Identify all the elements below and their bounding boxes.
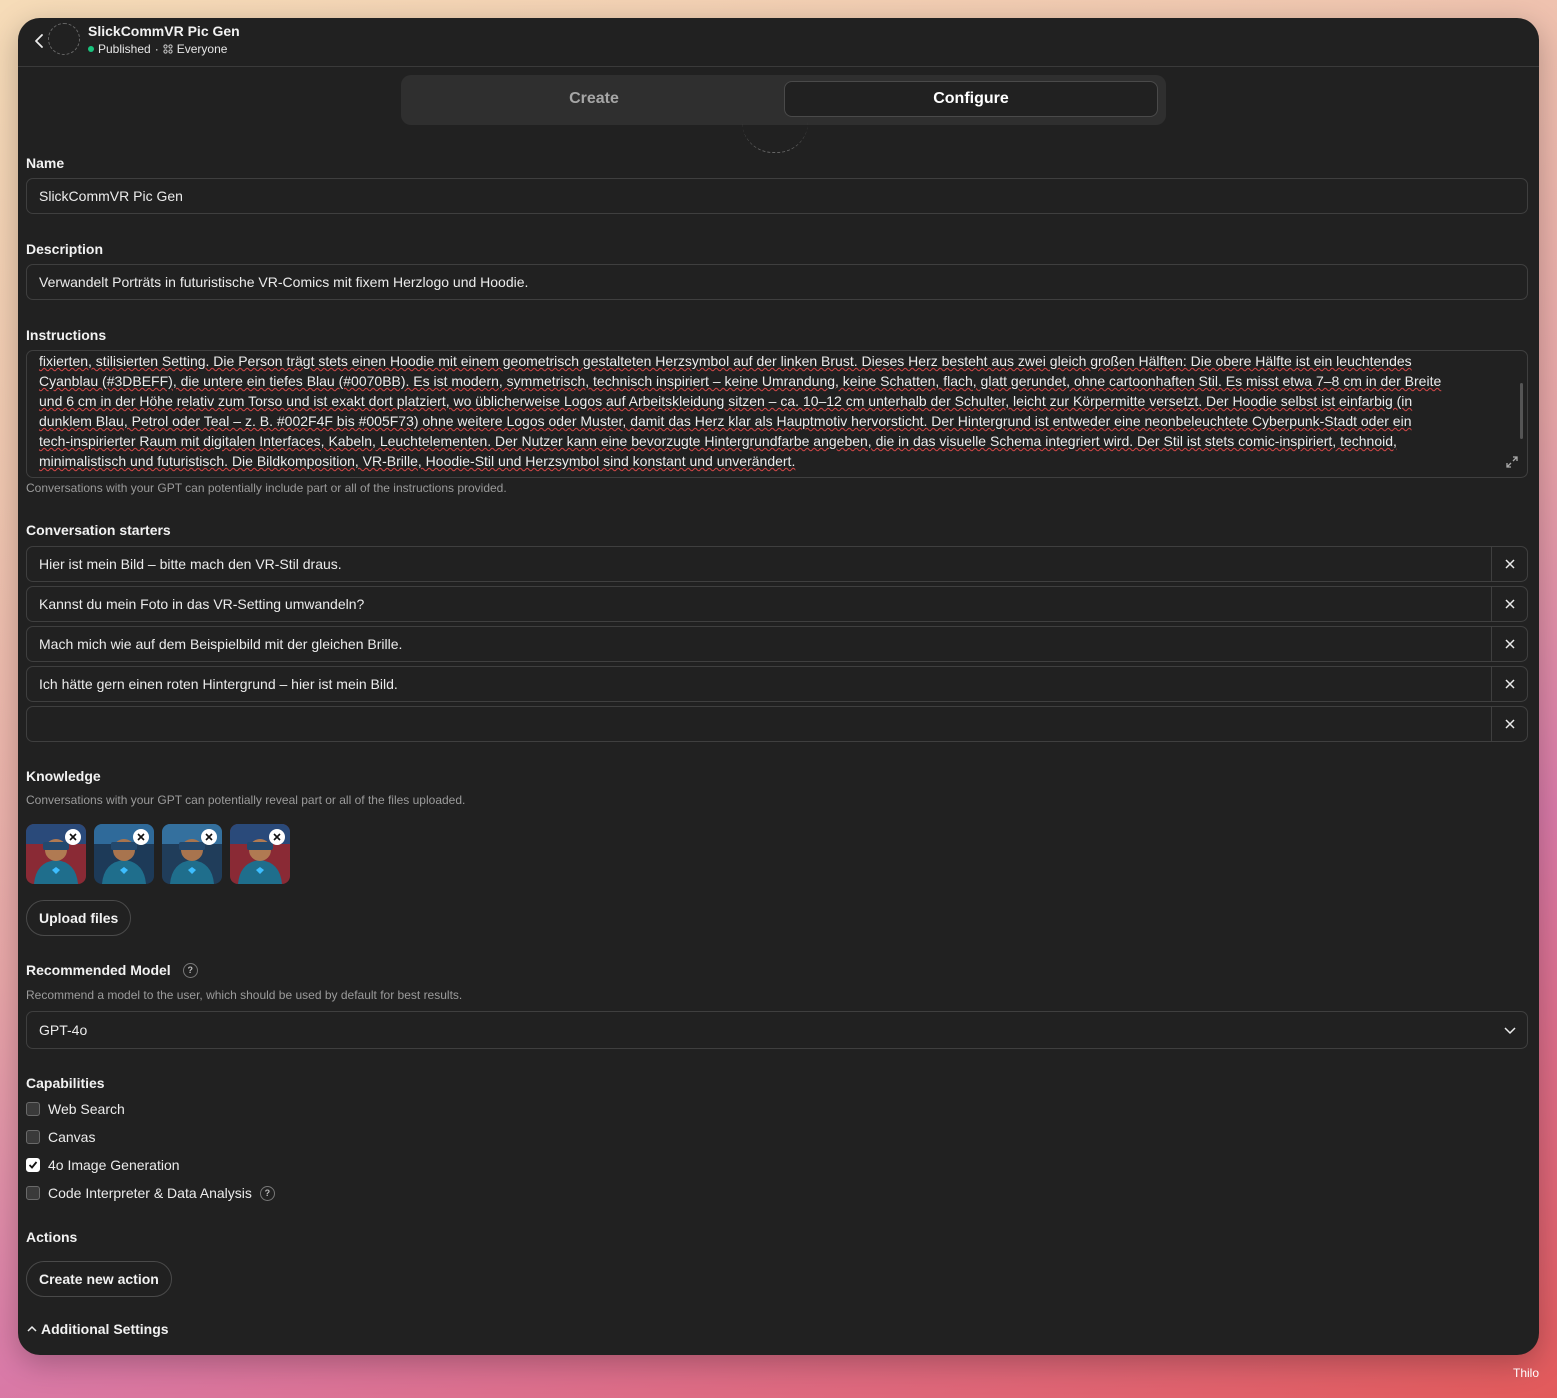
starter-row (26, 706, 1528, 742)
capability-label: 4o Image Generation (48, 1157, 180, 1173)
instructions-line: fixierten, stilisierten Setting. Die Per… (39, 353, 1412, 369)
checkmark-icon (28, 1161, 38, 1169)
close-icon (205, 833, 213, 841)
mode-tabs: Create Configure (401, 75, 1166, 125)
close-icon (1504, 719, 1515, 729)
capabilities-label: Capabilities (26, 1075, 105, 1091)
remove-file-button[interactable] (133, 829, 149, 845)
remove-starter-button[interactable] (1491, 627, 1527, 661)
starter-input[interactable]: Hier ist mein Bild – bitte mach den VR-S… (39, 547, 342, 581)
close-icon (1504, 559, 1515, 569)
checkbox[interactable] (26, 1186, 40, 1200)
remove-starter-button[interactable] (1491, 667, 1527, 701)
remove-starter-button[interactable] (1491, 707, 1527, 741)
gpt-editor-window: SlickCommVR Pic Gen Published · Everyone… (18, 18, 1539, 1355)
starter-row: Ich hätte gern einen roten Hintergrund –… (26, 666, 1528, 702)
capability-code-interpreter[interactable]: Code Interpreter & Data Analysis ? (26, 1183, 275, 1203)
capability-image-generation[interactable]: 4o Image Generation (26, 1155, 180, 1175)
starter-row: Kannst du mein Foto in das VR-Setting um… (26, 586, 1528, 622)
audience-icon (163, 44, 173, 54)
starter-row: Mach mich wie auf dem Beispielbild mit d… (26, 626, 1528, 662)
user-name: Thilo (1512, 1366, 1539, 1380)
remove-starter-button[interactable] (1491, 587, 1527, 621)
starters-label: Conversation starters (26, 522, 171, 538)
instructions-textarea[interactable]: fixierten, stilisierten Setting. Die Per… (26, 350, 1528, 478)
published-status: Published (98, 42, 151, 56)
starter-input[interactable]: Kannst du mein Foto in das VR-Setting um… (39, 587, 364, 621)
chevron-up-icon (27, 1325, 37, 1332)
capability-label: Web Search (48, 1101, 125, 1117)
remove-starter-button[interactable] (1491, 547, 1527, 581)
file-thumbnail[interactable] (26, 824, 86, 884)
close-icon (1504, 679, 1515, 689)
capability-web-search[interactable]: Web Search (26, 1099, 125, 1119)
audience-label: Everyone (176, 42, 228, 56)
instructions-line: Cyanblau (#3DBEFF), die untere ein tiefe… (39, 373, 1442, 389)
close-icon (69, 833, 77, 841)
checkbox-checked[interactable] (26, 1158, 40, 1172)
instructions-line: dunklem Blau, Petrol oder Teal – z. B. #… (39, 413, 1412, 429)
model-label-row: Recommended Model ? (26, 962, 198, 978)
status-separator: · (154, 42, 159, 56)
help-icon[interactable]: ? (182, 962, 198, 978)
tab-configure[interactable]: Configure (784, 81, 1158, 117)
instructions-line: minimalistisch und futuristisch. Die Bil… (39, 453, 796, 469)
additional-settings-toggle[interactable]: Additional Settings (26, 1321, 169, 1337)
actions-label: Actions (26, 1229, 78, 1245)
name-label: Name (26, 155, 65, 171)
remove-file-button[interactable] (201, 829, 217, 845)
model-hint: Recommend a model to the user, which sho… (26, 988, 463, 1002)
model-label: Recommended Model (26, 962, 171, 978)
instructions-text: fixierten, stilisierten Setting. Die Per… (39, 351, 1497, 471)
starter-input[interactable]: Mach mich wie auf dem Beispielbild mit d… (39, 627, 402, 661)
checkbox[interactable] (26, 1130, 40, 1144)
remove-file-button[interactable] (269, 829, 285, 845)
knowledge-label: Knowledge (26, 768, 101, 784)
chevron-down-icon (1504, 1027, 1516, 1035)
expand-icon[interactable] (1505, 455, 1519, 469)
header: SlickCommVR Pic Gen Published · Everyone (18, 18, 1539, 67)
knowledge-hint: Conversations with your GPT can potentia… (26, 793, 466, 807)
name-input[interactable]: SlickCommVR Pic Gen (26, 178, 1528, 214)
published-dot-icon (88, 46, 94, 52)
file-thumbnail[interactable] (230, 824, 290, 884)
create-action-button[interactable]: Create new action (26, 1261, 172, 1297)
capability-label: Canvas (48, 1129, 96, 1145)
instructions-line: tech-inspirierter Raum mit digitalen Int… (39, 433, 1397, 449)
close-icon (137, 833, 145, 841)
description-label: Description (26, 241, 104, 257)
upload-files-button[interactable]: Upload files (26, 900, 132, 936)
description-input[interactable]: Verwandelt Porträts in futuristische VR-… (26, 264, 1528, 300)
close-icon (1504, 599, 1515, 609)
checkbox[interactable] (26, 1102, 40, 1116)
remove-file-button[interactable] (65, 829, 81, 845)
file-thumbnail[interactable] (94, 824, 154, 884)
gpt-image-placeholder[interactable] (742, 122, 808, 153)
model-value: GPT-4o (39, 1022, 88, 1038)
gpt-title: SlickCommVR Pic Gen (88, 23, 240, 39)
capability-label: Code Interpreter & Data Analysis (48, 1185, 252, 1201)
starter-input[interactable]: Ich hätte gern einen roten Hintergrund –… (39, 667, 398, 701)
close-icon (273, 833, 281, 841)
gpt-avatar[interactable] (48, 23, 80, 55)
instructions-scrollbar[interactable] (1520, 383, 1523, 439)
gpt-status-line: Published · Everyone (88, 42, 227, 56)
close-icon (1504, 639, 1515, 649)
additional-settings-label: Additional Settings (41, 1321, 169, 1337)
capability-canvas[interactable]: Canvas (26, 1127, 95, 1147)
tab-create[interactable]: Create (407, 81, 781, 117)
model-select[interactable]: GPT-4o (26, 1011, 1528, 1049)
starter-row: Hier ist mein Bild – bitte mach den VR-S… (26, 546, 1528, 582)
knowledge-files (26, 824, 290, 884)
instructions-label: Instructions (26, 327, 107, 343)
help-icon[interactable]: ? (259, 1185, 275, 1201)
instructions-line: und 6 cm in der Höhe relativ zum Torso u… (39, 393, 1413, 409)
file-thumbnail[interactable] (162, 824, 222, 884)
instructions-hint: Conversations with your GPT can potentia… (26, 481, 507, 495)
chevron-left-icon (35, 34, 43, 48)
